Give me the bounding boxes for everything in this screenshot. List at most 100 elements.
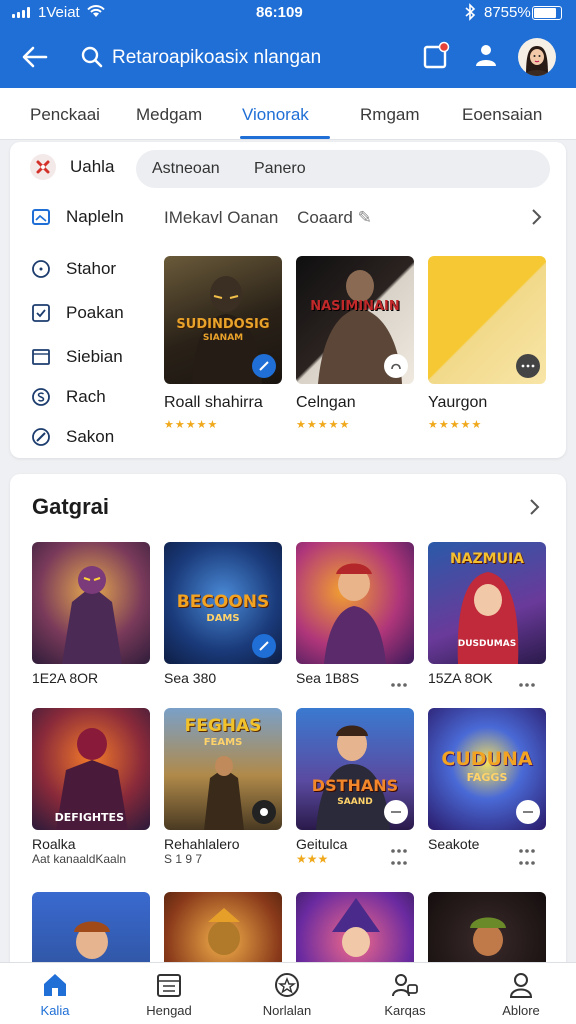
art-title: CUDUNA xyxy=(441,748,533,770)
home-icon xyxy=(44,974,66,996)
featured-title: Celngan xyxy=(296,394,356,411)
game-artwork: BECOONS DAMS xyxy=(164,542,282,664)
edit-icon: ✎ xyxy=(357,208,372,227)
category-item-rach[interactable]: Rach xyxy=(30,386,106,408)
carrier-label: 1Veiat xyxy=(38,4,80,21)
nav-item-karqas[interactable]: Karqas xyxy=(350,971,460,1018)
hero-artwork xyxy=(324,563,386,664)
game-icon xyxy=(30,154,56,180)
pill-option-left[interactable]: Astneoan xyxy=(152,160,220,178)
back-arrow-button[interactable] xyxy=(20,42,50,72)
games-section: Gatgrai 1E2A 8OR BECOONS DAMS Sea 380 Se… xyxy=(10,474,566,1024)
game-tile[interactable]: 1E2A 8OR xyxy=(32,542,150,686)
edit-badge-icon[interactable] xyxy=(252,354,276,378)
category-item-poakan[interactable]: Poakan xyxy=(30,302,124,324)
game-tile[interactable]: CUDUNA FAGGS Seakote xyxy=(428,708,546,852)
category-item-uahla[interactable]: Uahla xyxy=(30,154,114,180)
rating-stars: ★★★★★ xyxy=(428,419,483,431)
featured-game-3[interactable]: Yaurgon ★★★★★ xyxy=(428,256,546,431)
window-icon xyxy=(30,346,52,368)
filter-row-left: IMekavl Oanan xyxy=(164,208,279,227)
category-item-napleln[interactable]: Napleln xyxy=(30,206,124,228)
compass-icon xyxy=(30,426,52,448)
share-icon[interactable] xyxy=(470,40,502,72)
nav-item-kalia[interactable]: Kalia xyxy=(0,971,110,1018)
art-title: BECOONS xyxy=(176,592,270,612)
game-artwork: DSTHANS SAAND xyxy=(296,708,414,830)
check-icon xyxy=(30,302,52,324)
active-tab-indicator xyxy=(240,136,330,139)
filter-pill[interactable]: Astneoan Panero xyxy=(136,150,550,188)
game-artwork: FEGHAS FEAMS xyxy=(164,708,282,830)
art-subtitle: DAMS xyxy=(206,613,240,624)
game-tile[interactable]: DSTHANS SAAND Geitulca ★★★ xyxy=(296,708,414,866)
nav-item-hengad[interactable]: Hengad xyxy=(114,971,224,1018)
art-subtitle: DUSDUMAS xyxy=(457,639,517,649)
notification-icon[interactable] xyxy=(420,40,452,72)
avatar-image xyxy=(524,46,550,76)
edit-badge-icon[interactable] xyxy=(252,634,276,658)
game-tile[interactable]: Sea 1B8S xyxy=(296,542,414,686)
more-options-icon[interactable] xyxy=(518,848,536,854)
chevron-right-icon[interactable] xyxy=(528,206,546,228)
game-tile[interactable]: BECOONS DAMS Sea 380 xyxy=(164,542,282,686)
more-badge-icon[interactable] xyxy=(516,800,540,824)
more-options-icon[interactable] xyxy=(390,848,408,854)
controller-badge-icon[interactable] xyxy=(384,354,408,378)
clock-icon xyxy=(30,258,52,280)
art-title: DSTHANS xyxy=(311,776,399,795)
filter-row[interactable]: IMekavl Oanan Coaard ✎ xyxy=(164,208,372,228)
more-options-icon[interactable] xyxy=(518,682,536,688)
featured-game-1[interactable]: SUDINDOSIG SIANAM Roall shahirra ★★★★★ xyxy=(164,256,282,431)
game-artwork: NASIMINAIN xyxy=(296,256,414,384)
nav-item-ablore[interactable]: Ablore xyxy=(466,971,576,1018)
game-meta: Sea 380 xyxy=(164,670,217,686)
game-artwork: CUDUNA FAGGS xyxy=(428,708,546,830)
game-tile[interactable]: NAZMUIA DUSDUMAS 15ZA 8OK xyxy=(428,542,546,686)
status-bar: 1Veiat 86:109 8755% xyxy=(0,0,576,26)
tab-medgam[interactable]: Medgam xyxy=(136,105,202,125)
category-item-sakon[interactable]: Sakon xyxy=(30,426,114,448)
category-item-siebian[interactable]: Siebian xyxy=(30,346,123,368)
section-title: Gatgrai xyxy=(32,494,110,519)
rating-stars: ★★★★★ xyxy=(296,419,351,431)
game-artwork: SUDINDOSIG SIANAM xyxy=(164,256,282,384)
more-badge-icon[interactable] xyxy=(516,354,540,378)
game-tile[interactable]: FEGHAS FEAMS Rehahlalero S 1 9 7 xyxy=(164,708,282,866)
nav-label: Kalia xyxy=(40,1003,70,1018)
tab-penckaai[interactable]: Penckaai xyxy=(30,105,100,125)
game-artwork xyxy=(296,542,414,664)
game-tile[interactable]: DEFIGHTES Roalka Aat kanaaldKaaln xyxy=(32,708,150,866)
tab-vionorak[interactable]: Vionorak xyxy=(242,105,309,125)
art-title: DEFIGHTES xyxy=(54,811,124,824)
bluetooth-icon xyxy=(465,3,476,21)
filter-row-right: Coaard xyxy=(297,208,353,227)
pill-option-right[interactable]: Panero xyxy=(254,160,306,178)
art-subtitle: FAGGS xyxy=(466,771,508,784)
tab-eoensaian[interactable]: Eoensaian xyxy=(462,105,542,125)
chevron-right-icon[interactable] xyxy=(526,496,544,518)
avatar[interactable] xyxy=(518,38,556,76)
category-item-stahor[interactable]: Stahor xyxy=(30,258,116,280)
signal-icon xyxy=(12,7,30,18)
more-options-icon[interactable] xyxy=(518,860,536,866)
image-icon xyxy=(30,206,52,228)
record-badge-icon[interactable] xyxy=(252,800,276,824)
more-options-icon[interactable] xyxy=(390,682,408,688)
featured-game-2[interactable]: NASIMINAIN Celngan ★★★★★ xyxy=(296,256,414,431)
nav-item-norlalan[interactable]: Norlalan xyxy=(232,971,342,1018)
more-options-icon[interactable] xyxy=(390,860,408,866)
game-subtitle: S 1 9 7 xyxy=(164,852,203,866)
search-icon[interactable] xyxy=(80,45,104,69)
search-query[interactable]: Retaroapikoasix nlangan xyxy=(112,47,321,69)
category-label: Uahla xyxy=(70,157,115,176)
more-badge-icon[interactable] xyxy=(384,800,408,824)
tab-rmgam[interactable]: Rmgam xyxy=(360,105,420,125)
nav-label: Hengad xyxy=(146,1003,192,1018)
star-icon xyxy=(275,973,299,997)
category-label: Poakan xyxy=(66,303,124,322)
rating-stars: ★★★★★ xyxy=(164,419,219,431)
featured-title: Roall shahirra xyxy=(164,394,263,411)
nav-label: Ablore xyxy=(502,1003,540,1018)
category-label: Sakon xyxy=(66,427,115,446)
